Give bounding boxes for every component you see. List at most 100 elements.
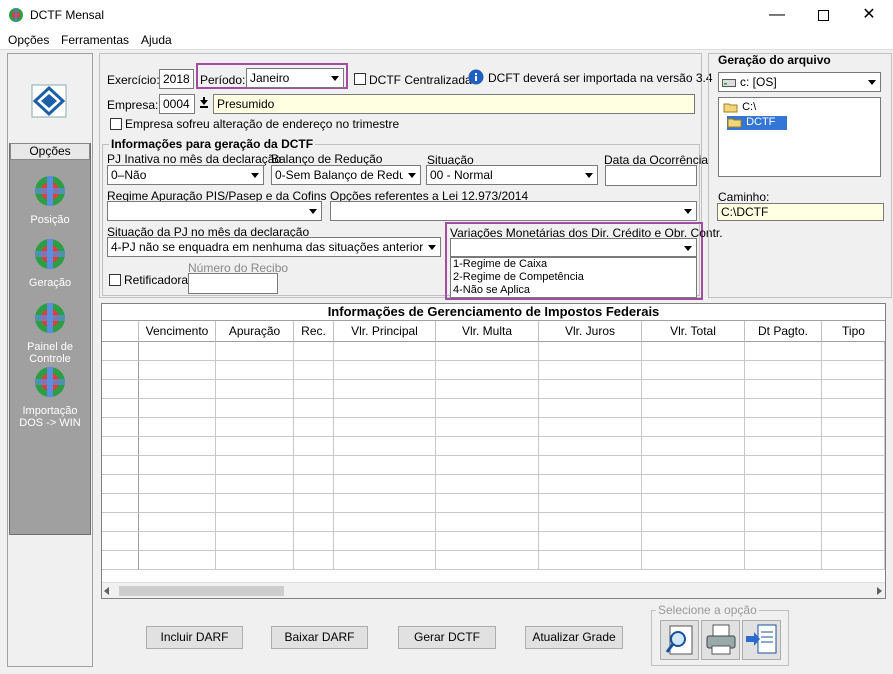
table-cell[interactable]	[334, 513, 436, 532]
nav-importacao[interactable]: Importação DOS -> WIN	[5, 365, 95, 429]
nav-posicao[interactable]: Posição	[10, 174, 90, 226]
row-header-cell[interactable]	[102, 494, 139, 513]
table-cell[interactable]	[139, 475, 216, 494]
table-row[interactable]	[102, 418, 885, 437]
close-icon[interactable]: ✕	[846, 0, 892, 30]
chevron-down-icon[interactable]	[679, 239, 696, 256]
table-row[interactable]	[102, 361, 885, 380]
row-header-cell[interactable]	[102, 342, 139, 361]
incluir-darf-button[interactable]: Incluir DARF	[146, 626, 243, 649]
row-header-cell[interactable]	[102, 380, 139, 399]
row-header-cell[interactable]	[102, 418, 139, 437]
table-row[interactable]	[102, 475, 885, 494]
retificadora-checkbox[interactable]	[109, 274, 121, 286]
variacoes-option-2[interactable]: 2-Regime de Competência	[453, 271, 696, 284]
table-cell[interactable]	[139, 399, 216, 418]
maximize-icon[interactable]	[800, 0, 846, 30]
table-cell[interactable]	[822, 532, 885, 551]
table-cell[interactable]	[216, 418, 294, 437]
table-cell[interactable]	[139, 551, 216, 570]
scroll-thumb[interactable]	[119, 586, 284, 596]
col-vlr-juros[interactable]: Vlr. Juros	[539, 321, 642, 342]
table-cell[interactable]	[216, 551, 294, 570]
table-cell[interactable]	[334, 532, 436, 551]
table-cell[interactable]	[216, 361, 294, 380]
folder-root[interactable]: C:\	[723, 101, 756, 113]
table-cell[interactable]	[436, 456, 539, 475]
table-cell[interactable]	[334, 437, 436, 456]
table-cell[interactable]	[642, 513, 745, 532]
row-header-cell[interactable]	[102, 399, 139, 418]
col-vlr-principal[interactable]: Vlr. Principal	[334, 321, 436, 342]
table-cell[interactable]	[334, 418, 436, 437]
table-cell[interactable]	[539, 475, 642, 494]
table-row[interactable]	[102, 342, 885, 361]
table-cell[interactable]	[642, 494, 745, 513]
col-vencimento[interactable]: Vencimento	[139, 321, 216, 342]
scroll-left-icon[interactable]	[104, 587, 109, 595]
table-cell[interactable]	[294, 437, 334, 456]
table-cell[interactable]	[822, 361, 885, 380]
table-cell[interactable]	[436, 532, 539, 551]
situacao-select[interactable]: 00 - Normal	[426, 165, 598, 185]
baixar-darf-button[interactable]: Baixar DARF	[271, 626, 368, 649]
table-cell[interactable]	[216, 342, 294, 361]
table-cell[interactable]	[822, 437, 885, 456]
recibo-input[interactable]	[188, 273, 278, 294]
table-cell[interactable]	[539, 342, 642, 361]
table-cell[interactable]	[539, 532, 642, 551]
balanco-select[interactable]: 0-Sem Balanço de Redução	[271, 165, 421, 185]
table-row[interactable]	[102, 399, 885, 418]
opcoes-lei-select[interactable]	[330, 201, 697, 221]
h-scrollbar[interactable]	[102, 582, 885, 598]
chevron-down-icon[interactable]	[246, 166, 263, 184]
table-cell[interactable]	[642, 342, 745, 361]
table-row[interactable]	[102, 494, 885, 513]
table-cell[interactable]	[745, 418, 822, 437]
gerar-dctf-button[interactable]: Gerar DCTF	[398, 626, 496, 649]
table-row[interactable]	[102, 532, 885, 551]
table-cell[interactable]	[216, 399, 294, 418]
table-cell[interactable]	[539, 380, 642, 399]
table-cell[interactable]	[294, 513, 334, 532]
row-header-cell[interactable]	[102, 532, 139, 551]
table-cell[interactable]	[334, 361, 436, 380]
table-cell[interactable]	[294, 475, 334, 494]
table-cell[interactable]	[139, 437, 216, 456]
table-cell[interactable]	[745, 399, 822, 418]
table-cell[interactable]	[334, 456, 436, 475]
table-cell[interactable]	[642, 399, 745, 418]
table-cell[interactable]	[139, 513, 216, 532]
table-cell[interactable]	[216, 475, 294, 494]
centralizada-checkbox[interactable]	[354, 73, 366, 85]
col-dt-pagto[interactable]: Dt Pagto.	[745, 321, 822, 342]
table-cell[interactable]	[642, 380, 745, 399]
table-cell[interactable]	[745, 456, 822, 475]
row-header-cell[interactable]	[102, 475, 139, 494]
table-cell[interactable]	[294, 456, 334, 475]
table-cell[interactable]	[139, 532, 216, 551]
table-cell[interactable]	[334, 494, 436, 513]
regime-pis-select[interactable]	[107, 201, 322, 221]
table-cell[interactable]	[294, 494, 334, 513]
variacoes-option-4[interactable]: 4-Não se Aplica	[453, 284, 696, 297]
table-cell[interactable]	[216, 494, 294, 513]
table-cell[interactable]	[745, 437, 822, 456]
row-header-cell[interactable]	[102, 513, 139, 532]
table-cell[interactable]	[294, 418, 334, 437]
table-cell[interactable]	[539, 418, 642, 437]
situacao-pj-select[interactable]: 4-PJ não se enquadra em nenhuma das situ…	[107, 237, 441, 257]
row-header-cell[interactable]	[102, 437, 139, 456]
col-rec[interactable]: Rec.	[294, 321, 334, 342]
table-cell[interactable]	[294, 342, 334, 361]
imprimir-button[interactable]	[701, 620, 740, 660]
table-row[interactable]	[102, 380, 885, 399]
menu-ajuda[interactable]: Ajuda	[141, 33, 172, 47]
nav-geracao[interactable]: Geração	[10, 237, 90, 289]
chevron-down-icon[interactable]	[580, 166, 597, 184]
folder-dctf[interactable]: DCTF	[727, 116, 787, 130]
table-cell[interactable]	[216, 456, 294, 475]
table-cell[interactable]	[436, 494, 539, 513]
atualizar-grade-button[interactable]: Atualizar Grade	[525, 626, 623, 649]
table-cell[interactable]	[294, 399, 334, 418]
